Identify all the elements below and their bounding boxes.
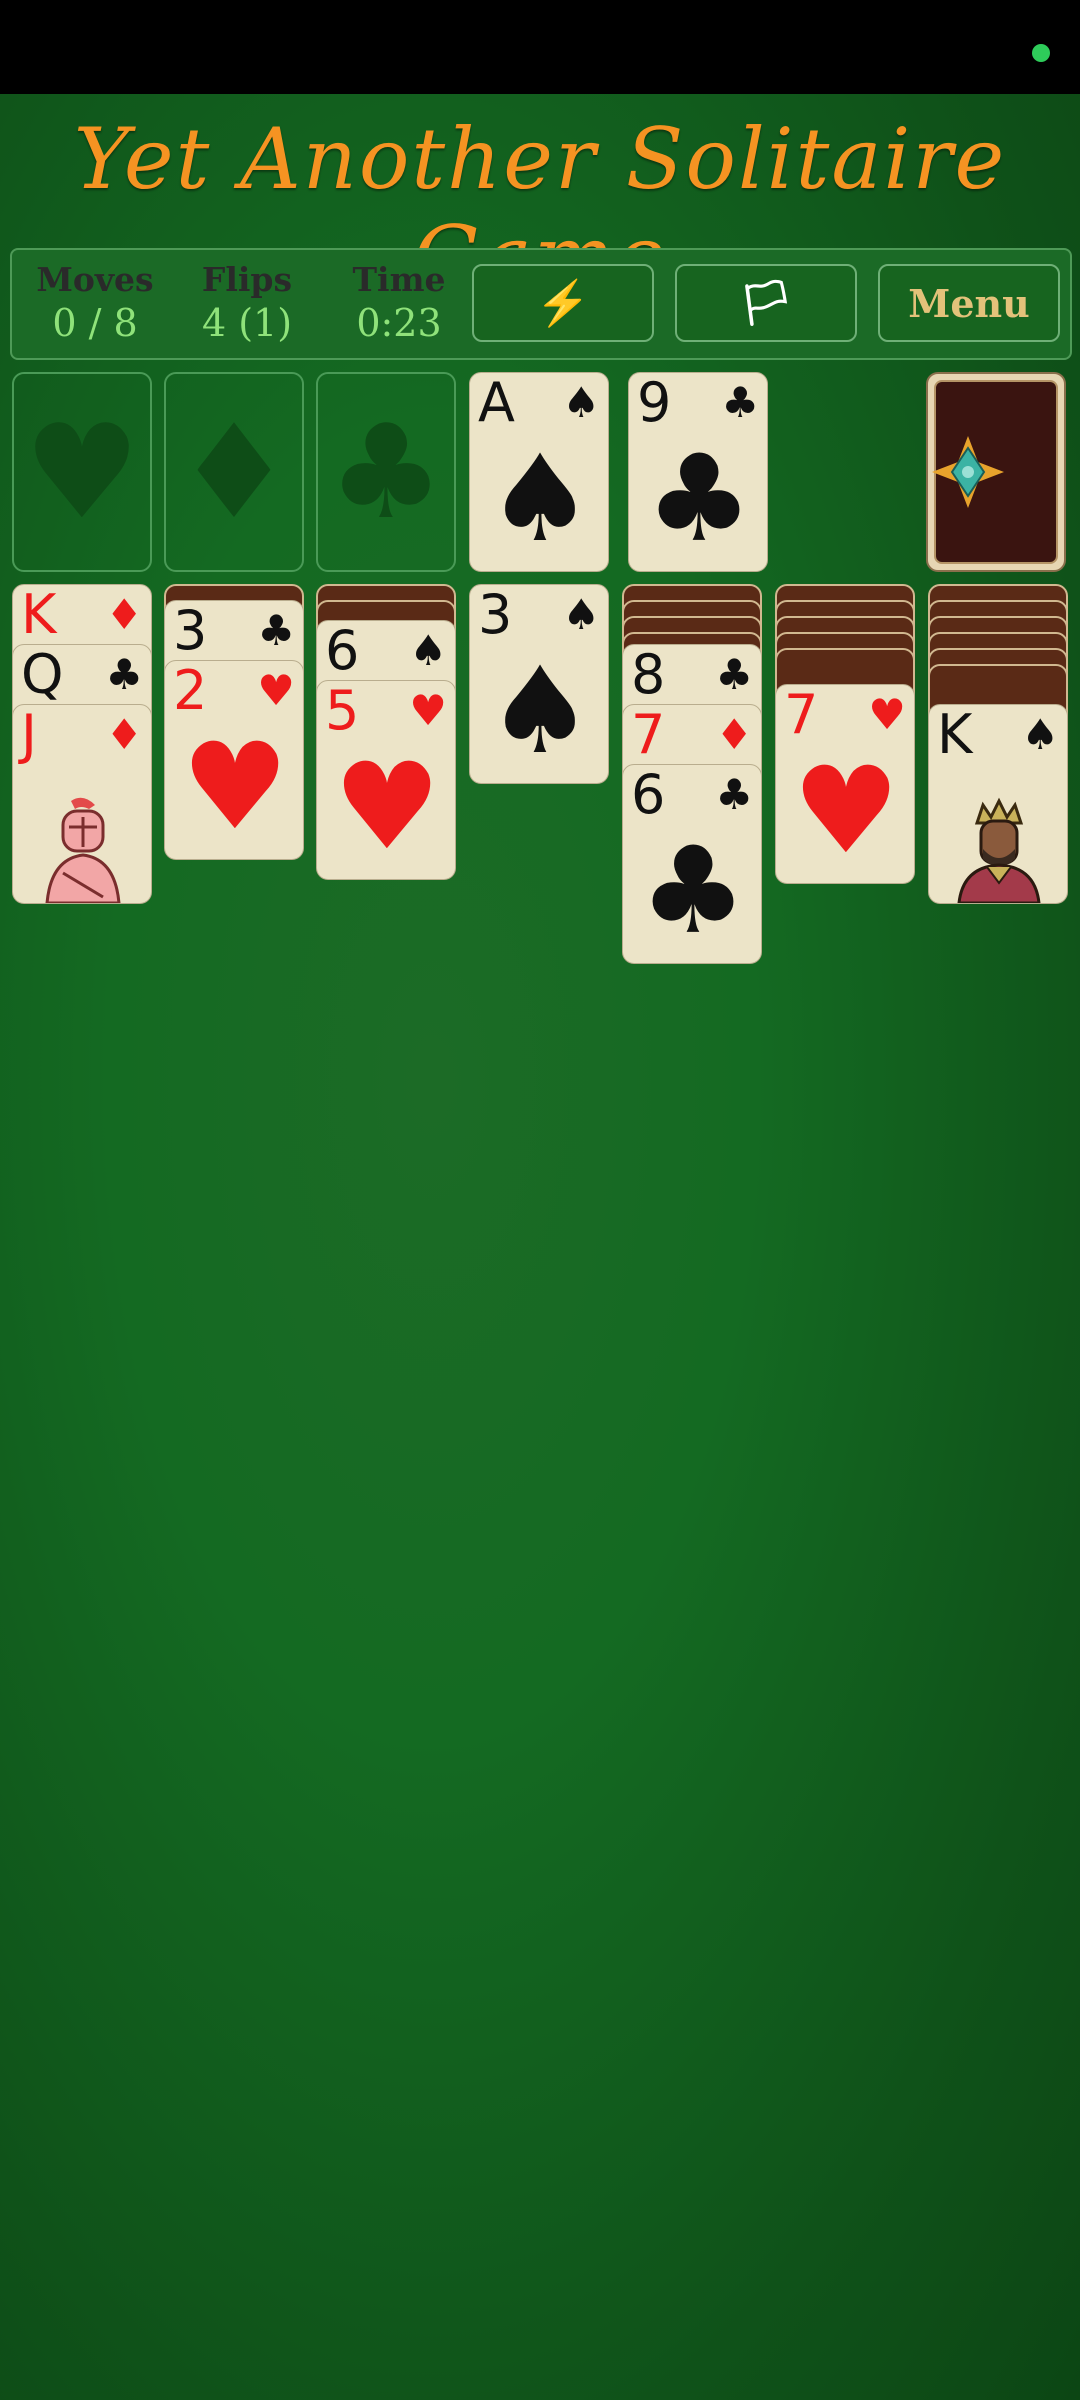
spade-icon: ♠	[562, 378, 600, 427]
moves-value: 0 / 8	[52, 301, 138, 345]
menu-button[interactable]: Menu	[878, 264, 1060, 342]
heart-icon: ♥	[792, 742, 900, 881]
spade-icon: ♠	[486, 642, 594, 781]
club-icon: ♣	[715, 650, 753, 699]
card-rank: 8	[631, 644, 666, 706]
diamonds-placeholder-icon: ♦	[175, 396, 293, 548]
time-value: 0:23	[356, 301, 442, 345]
club-icon: ♣	[715, 770, 753, 819]
tableau-5-card-3[interactable]: 6 ♣ ♣	[622, 764, 762, 964]
tableau-2-card-2[interactable]: 2 ♥ ♥	[164, 660, 304, 860]
knight-face-icon	[45, 797, 121, 903]
waste-card-2[interactable]: 9 ♣ ♣	[628, 372, 768, 572]
status-bar	[0, 0, 1080, 94]
foundation-diamonds[interactable]: ♦	[164, 372, 304, 572]
tableau-1-card-3[interactable]: J ♦	[12, 704, 152, 904]
club-icon: ♣	[639, 822, 747, 961]
time-label: Time	[352, 260, 446, 299]
foundation-hearts[interactable]: ♥	[12, 372, 152, 572]
spade-icon: ♠	[486, 430, 594, 569]
menu-label: Menu	[908, 280, 1030, 326]
card-rank: 9	[637, 372, 672, 434]
flips-value: 4 (1)	[201, 301, 293, 345]
card-rank: A	[478, 372, 515, 434]
diamond-icon: ♦	[105, 590, 143, 639]
card-rank: K	[21, 584, 57, 646]
card-rank: 3	[173, 600, 208, 662]
flips-stat: Flips 4 (1)	[172, 260, 322, 345]
club-icon: ♣	[645, 430, 753, 569]
card-rank: K	[937, 704, 973, 766]
flips-label: Flips	[201, 260, 293, 299]
tableau-7-card-1[interactable]: K ♠	[928, 704, 1068, 904]
top-toolbar: Moves 0 / 8 Flips 4 (1) Time 0:23 ⚡ 🏳 Me…	[10, 248, 1072, 360]
king-face-icon	[957, 797, 1041, 903]
diamond-icon: ♦	[715, 710, 753, 759]
give-up-button[interactable]: 🏳	[675, 264, 857, 342]
flag-icon: 🏳	[738, 278, 794, 329]
time-stat: Time 0:23	[324, 260, 474, 345]
waste-card-1[interactable]: A ♠ ♠	[469, 372, 609, 572]
card-back-emblem-icon	[932, 436, 1004, 508]
card-rank: 5	[325, 680, 360, 742]
heart-icon: ♥	[181, 718, 289, 857]
tableau-6-card-1[interactable]: 7 ♥ ♥	[775, 684, 915, 884]
card-rank: 6	[631, 764, 666, 826]
card-rank: J	[21, 704, 37, 766]
spade-icon: ♠	[409, 626, 447, 675]
moves-stat: Moves 0 / 8	[20, 260, 170, 345]
club-icon: ♣	[105, 650, 143, 699]
heart-icon: ♥	[409, 686, 447, 735]
foundation-clubs[interactable]: ♣	[316, 372, 456, 572]
heart-icon: ♥	[257, 666, 295, 715]
clubs-placeholder-icon: ♣	[327, 396, 445, 548]
card-rank: 2	[173, 660, 208, 722]
lightning-icon: ⚡	[535, 278, 591, 329]
tableau-4-card-1[interactable]: 3 ♠ ♠	[469, 584, 609, 784]
diamond-icon: ♦	[105, 710, 143, 759]
spade-icon: ♠	[1021, 710, 1059, 759]
hearts-placeholder-icon: ♥	[23, 396, 141, 548]
card-rank: 3	[478, 584, 513, 646]
card-rank: 7	[631, 704, 666, 766]
heart-icon: ♥	[868, 690, 906, 739]
heart-icon: ♥	[333, 738, 441, 877]
camera-indicator-icon	[1032, 44, 1050, 62]
tableau-3-card-2[interactable]: 5 ♥ ♥	[316, 680, 456, 880]
moves-label: Moves	[36, 260, 154, 299]
club-icon: ♣	[721, 378, 759, 427]
hint-button[interactable]: ⚡	[472, 264, 654, 342]
spade-icon: ♠	[562, 590, 600, 639]
club-icon: ♣	[257, 606, 295, 655]
card-rank: 6	[325, 620, 360, 682]
card-rank: Q	[21, 644, 64, 706]
card-rank: 7	[784, 684, 819, 746]
